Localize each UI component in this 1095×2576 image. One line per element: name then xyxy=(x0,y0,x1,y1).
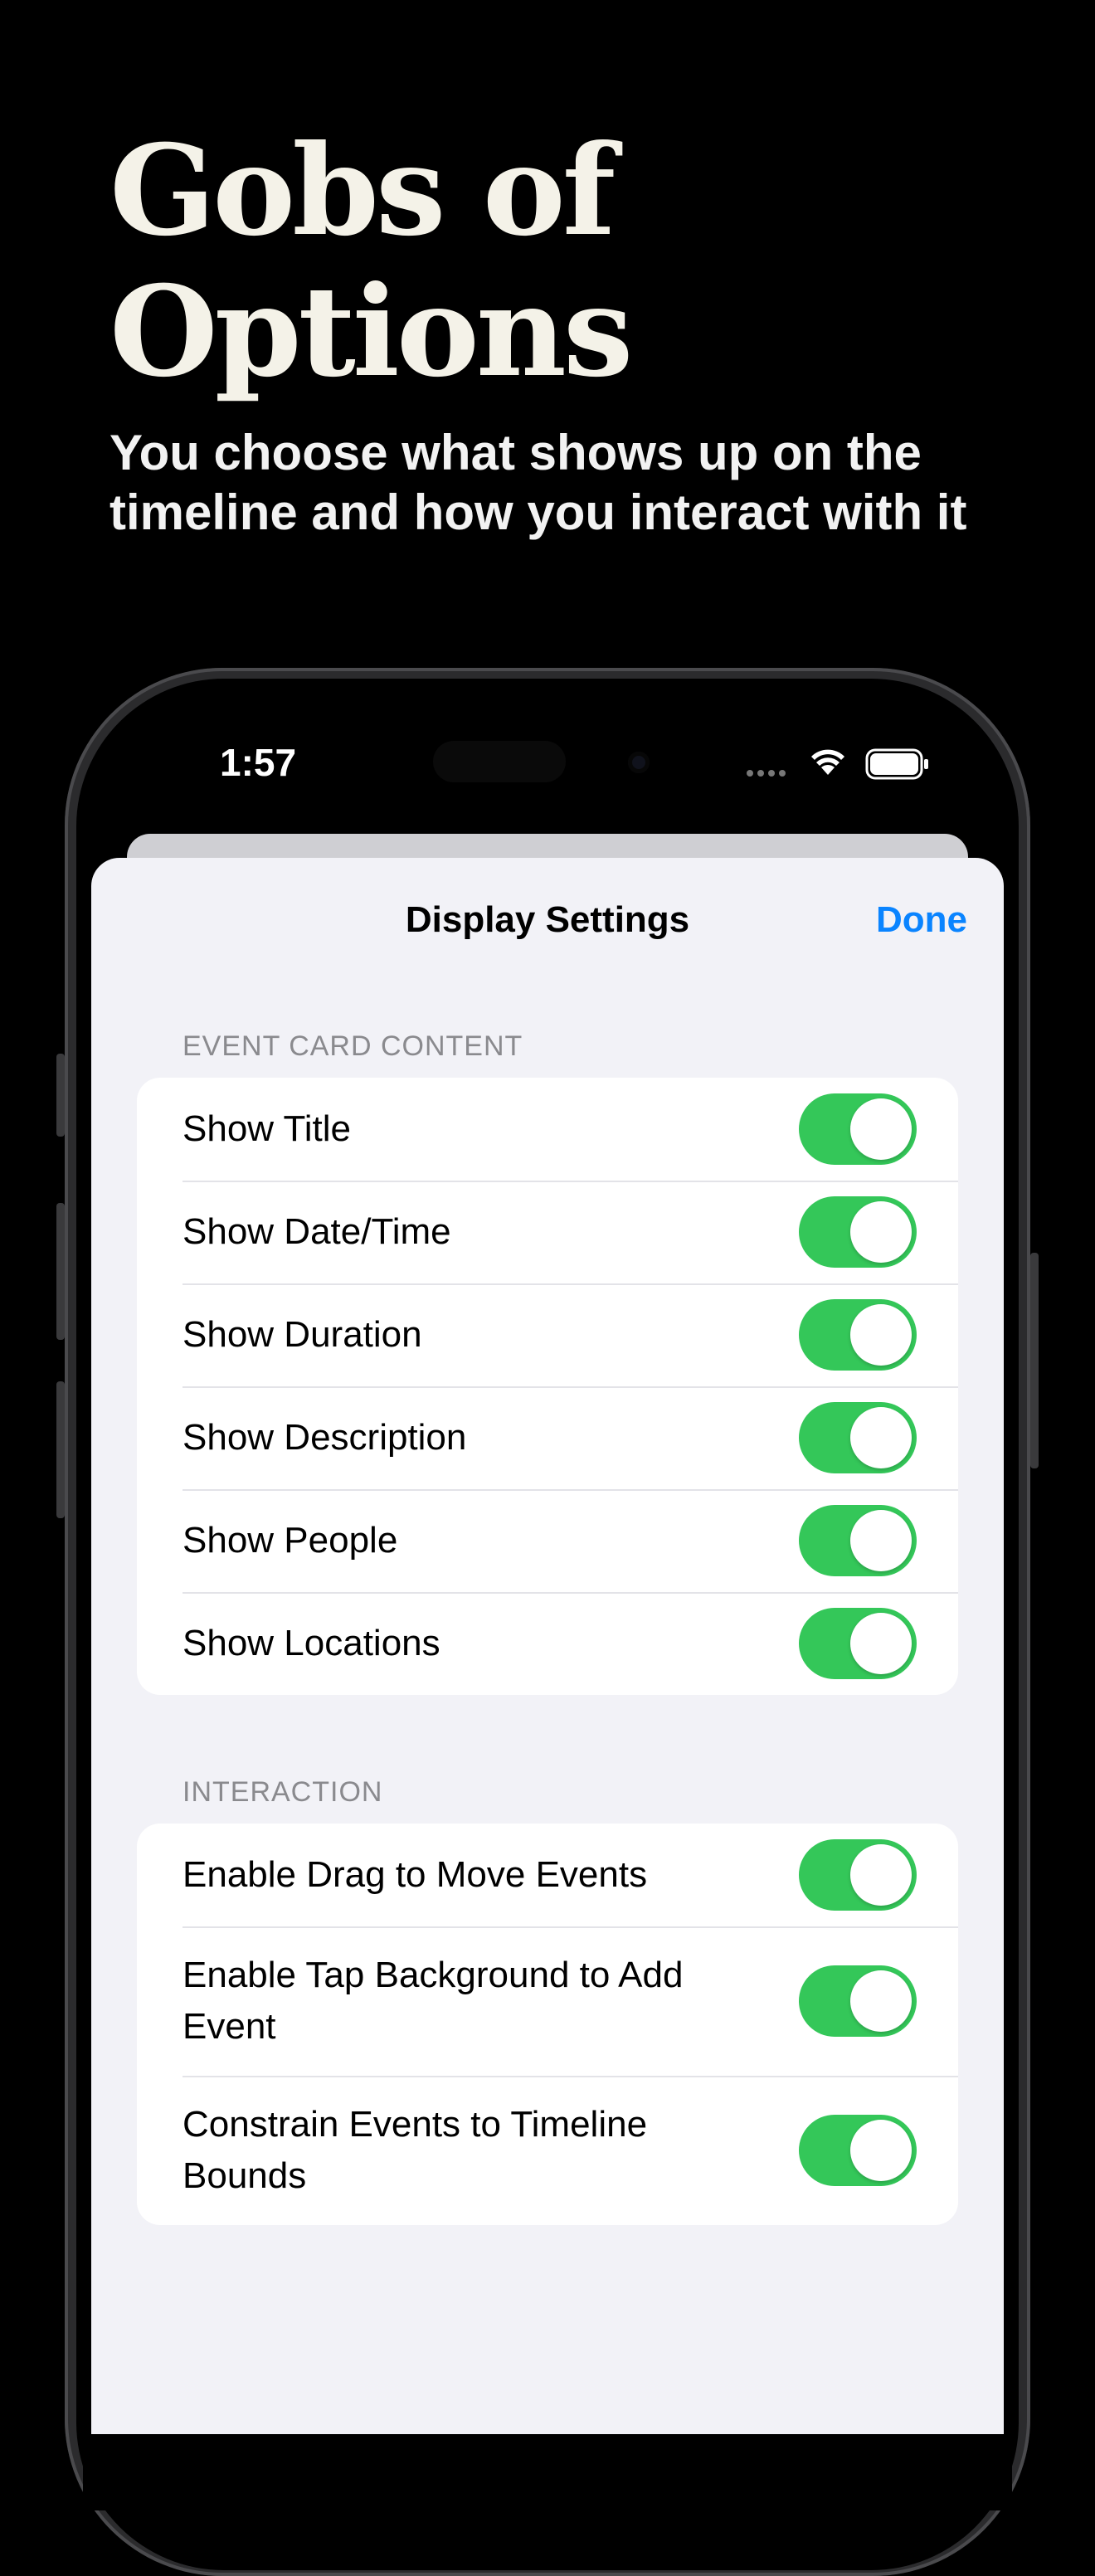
show-locations-toggle[interactable] xyxy=(799,1608,917,1679)
row-label: Enable Drag to Move Events xyxy=(182,1854,648,1895)
toggle-knob xyxy=(850,1970,912,2032)
show-people-toggle[interactable] xyxy=(799,1505,917,1576)
hero-title-line2: Options xyxy=(110,259,633,405)
show-date-time-toggle[interactable] xyxy=(799,1196,917,1268)
hero-subtitle-line2: timeline and how you interact with it xyxy=(110,485,967,540)
event-card-content-group: Show Title Show Date/Time Show Duration … xyxy=(137,1078,958,1695)
status-time: 1:57 xyxy=(220,741,297,784)
toggle-row-show-duration: Show Duration xyxy=(137,1283,958,1386)
show-description-toggle[interactable] xyxy=(799,1402,917,1473)
toggle-row-show-people: Show People xyxy=(137,1489,958,1592)
toggle-row-show-date-time: Show Date/Time xyxy=(137,1181,958,1283)
row-label: Show Title xyxy=(182,1108,351,1149)
action-button xyxy=(56,1054,65,1137)
toggle-knob xyxy=(850,1304,912,1366)
done-button[interactable]: Done xyxy=(876,899,967,941)
camera-icon xyxy=(628,752,650,773)
signal-dots-icon xyxy=(747,770,786,777)
toggle-knob xyxy=(850,2120,912,2181)
toggle-row-enable-tap-background: Enable Tap Background to Add Event xyxy=(137,1926,958,2076)
interaction-group: Enable Drag to Move Events Enable Tap Ba… xyxy=(137,1824,958,2225)
hero-title-line1: Gobs of xyxy=(110,118,616,264)
toggle-knob xyxy=(850,1844,912,1906)
sheet-title: Display Settings xyxy=(405,899,690,940)
toggle-knob xyxy=(850,1510,912,1571)
constrain-events-toggle[interactable] xyxy=(799,2115,917,2186)
volume-down-button xyxy=(56,1381,65,1518)
row-label: Show People xyxy=(182,1520,398,1561)
hero-subtitle-line1: You choose what shows up on the xyxy=(110,425,922,480)
hero-subtitle: You choose what shows up on the timeline… xyxy=(110,423,1039,543)
enable-tap-background-toggle[interactable] xyxy=(799,1965,917,2037)
hero-title: Gobs of Options xyxy=(110,120,1022,402)
toggle-row-show-description: Show Description xyxy=(137,1386,958,1489)
toggle-row-show-locations: Show Locations xyxy=(137,1592,958,1695)
row-label: Show Duration xyxy=(182,1314,422,1355)
toggle-knob xyxy=(850,1098,912,1160)
enable-drag-toggle[interactable] xyxy=(799,1839,917,1911)
wifi-icon xyxy=(811,749,844,775)
row-label: Show Date/Time xyxy=(182,1211,451,1252)
toggle-knob xyxy=(850,1201,912,1263)
toggle-row-enable-drag: Enable Drag to Move Events xyxy=(137,1824,958,1926)
row-label: Constrain Events to Timeline Bounds xyxy=(182,2104,648,2196)
show-title-toggle[interactable] xyxy=(799,1093,917,1165)
toggle-knob xyxy=(850,1407,912,1468)
section-header-event-card-content: EVENT CARD CONTENT xyxy=(182,1030,523,1062)
display-settings-sheet: Display Settings Done EVENT CARD CONTENT… xyxy=(91,858,1004,2434)
toggle-row-show-title: Show Title xyxy=(137,1078,958,1181)
section-header-interaction: INTERACTION xyxy=(182,1776,383,1808)
toggle-row-constrain-events: Constrain Events to Timeline Bounds xyxy=(137,2076,958,2225)
volume-up-button xyxy=(56,1203,65,1340)
row-label: Show Description xyxy=(182,1417,467,1458)
show-duration-toggle[interactable] xyxy=(799,1299,917,1371)
power-button xyxy=(1030,1253,1039,1468)
row-label: Show Locations xyxy=(182,1623,440,1663)
toggle-knob xyxy=(850,1613,912,1674)
row-label: Enable Tap Background to Add Event xyxy=(182,1955,684,2047)
dynamic-island xyxy=(433,741,566,782)
battery-icon xyxy=(865,748,928,780)
